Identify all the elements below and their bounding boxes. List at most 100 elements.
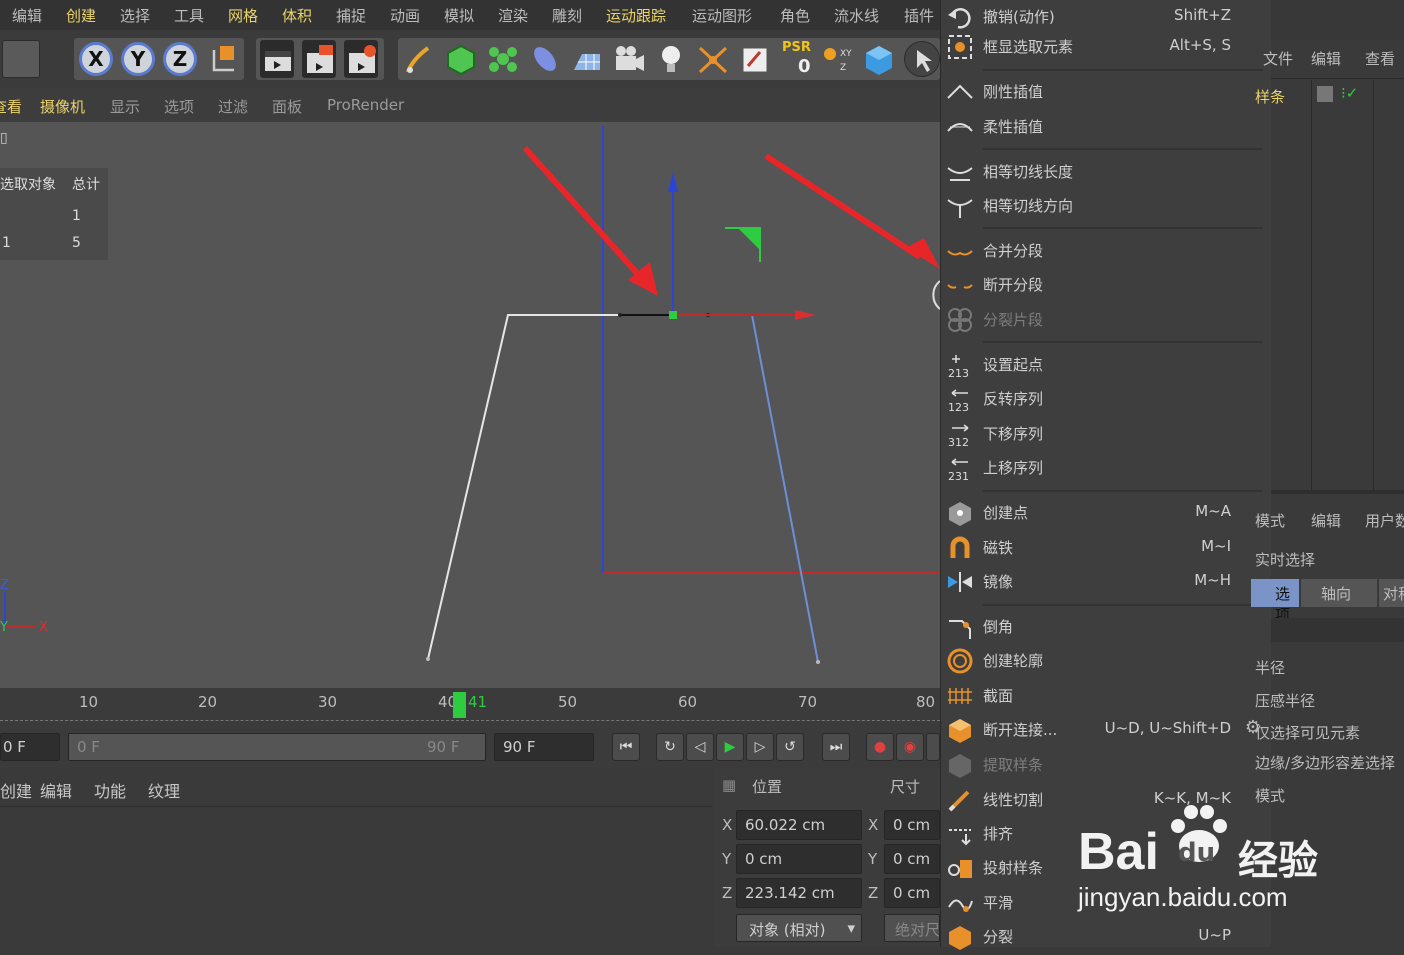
menu-create[interactable]: 创建 xyxy=(66,5,96,26)
python-icon[interactable] xyxy=(738,40,772,78)
frame-range-slider[interactable]: 0 F 90 F xyxy=(68,733,486,761)
vp-menu-filter[interactable]: 过滤 xyxy=(218,96,248,117)
ctx-move-up-sequence[interactable]: 231 上移序列 xyxy=(941,451,1271,485)
menu-animate[interactable]: 动画 xyxy=(390,5,420,26)
menu-pipeline[interactable]: 流水线 xyxy=(834,5,879,26)
z-axis-lock-button[interactable]: Z xyxy=(163,42,197,76)
floor-icon[interactable] xyxy=(570,40,604,78)
menu-select[interactable]: 选择 xyxy=(120,5,150,26)
undo-icon[interactable] xyxy=(2,40,40,78)
tab-axis[interactable]: 轴向 xyxy=(1301,579,1377,607)
symmetry-icon[interactable] xyxy=(696,40,730,78)
vp-menu-camera[interactable]: 摄像机 xyxy=(40,96,85,117)
selected-point[interactable] xyxy=(669,311,677,319)
3d-viewport[interactable]: Z Y X xyxy=(0,122,940,688)
menu-motion-tracking[interactable]: 运动跟踪 xyxy=(606,5,666,26)
keyframe-icon[interactable] xyxy=(926,733,940,761)
spline-white-segment[interactable] xyxy=(427,314,620,660)
tab-symmetry[interactable]: 对称 xyxy=(1379,579,1404,607)
vp-menu-prorender[interactable]: ProRender xyxy=(327,96,404,114)
playhead-marker[interactable] xyxy=(453,692,466,718)
next-frame-icon[interactable]: ▷ xyxy=(746,733,774,761)
psr-button[interactable]: PSR 0 xyxy=(780,38,816,80)
render-view-icon[interactable] xyxy=(260,40,294,78)
attr-tab-userdata[interactable]: 用户数据 xyxy=(1365,510,1404,531)
size-mode-dropdown[interactable]: 绝对尺寸 xyxy=(884,914,940,942)
ctx-create-point[interactable]: 创建点 M~A xyxy=(941,496,1271,530)
ctx-create-outline[interactable]: 创建轮廓 xyxy=(941,644,1271,678)
ctx-undo[interactable]: 撤销(动作) Shift+Z xyxy=(941,0,1271,34)
vp-menu-display[interactable]: 显示 xyxy=(110,96,140,117)
menu-snap[interactable]: 捕捉 xyxy=(336,5,366,26)
light-icon[interactable] xyxy=(654,40,688,78)
previous-key-icon[interactable]: ↻ xyxy=(656,733,684,761)
record-icon[interactable]: ● xyxy=(866,733,894,761)
size-x-field[interactable]: 0 cm xyxy=(884,810,940,840)
spline-blue-segment[interactable] xyxy=(751,314,819,663)
mat-menu-create[interactable]: 创建 xyxy=(0,778,32,802)
menu-mesh[interactable]: 网格 xyxy=(228,5,258,26)
check-icon[interactable]: ⁝✓ xyxy=(1341,84,1358,102)
y-axis-lock-button[interactable]: Y xyxy=(121,42,155,76)
ctx-mirror[interactable]: 镜像 M~H xyxy=(941,565,1271,599)
size-y-field[interactable]: 0 cm xyxy=(884,844,940,874)
ctx-disconnect[interactable]: 断开连接... U~D, U~Shift+D ⚙ xyxy=(941,713,1271,747)
mat-menu-edit[interactable]: 编辑 xyxy=(40,778,72,802)
next-key-icon[interactable]: ↺ xyxy=(776,733,804,761)
position-x-field[interactable]: 60.022 cm xyxy=(736,810,862,840)
menu-character[interactable]: 角色 xyxy=(780,5,810,26)
x-axis-lock-button[interactable]: X xyxy=(79,42,113,76)
spline-point[interactable] xyxy=(426,657,430,661)
position-z-field[interactable]: 223.142 cm xyxy=(736,878,862,908)
menu-sculpt[interactable]: 雕刻 xyxy=(552,5,582,26)
camera-icon[interactable] xyxy=(612,40,646,78)
menu-simulate[interactable]: 模拟 xyxy=(444,5,474,26)
rp-tab-edit[interactable]: 编辑 xyxy=(1311,48,1341,69)
menu-volume[interactable]: 体积 xyxy=(282,5,312,26)
object-name-label[interactable]: 样条 xyxy=(1255,86,1285,107)
play-icon[interactable]: ▶ xyxy=(716,733,744,761)
menu-render[interactable]: 渲染 xyxy=(498,5,528,26)
ctx-join-segment[interactable]: 合并分段 xyxy=(941,234,1271,268)
generator-cube-icon[interactable] xyxy=(444,40,478,78)
menu-plugins[interactable]: 插件 xyxy=(904,5,934,26)
cursor-icon[interactable] xyxy=(904,41,940,77)
mat-menu-function[interactable]: 功能 xyxy=(94,778,126,802)
mograph-cloner-icon[interactable] xyxy=(486,40,520,78)
ctx-frame-selected[interactable]: 框显选取元素 Alt+S, S xyxy=(941,30,1271,64)
workplane-icon[interactable]: XY Z xyxy=(820,40,854,78)
ctx-equal-tangent-length[interactable]: 相等切线长度 xyxy=(941,155,1271,189)
timeline-ruler[interactable]: 10 20 30 40 50 60 70 80 41 xyxy=(0,688,940,728)
vp-menu-panel[interactable]: 面板 xyxy=(272,96,302,117)
ctx-extract-spline[interactable]: 提取样条 xyxy=(941,748,1271,782)
ctx-set-first-point[interactable]: 213 设置起点 xyxy=(941,348,1271,382)
gizmo-x-arrow[interactable] xyxy=(795,310,816,320)
mat-menu-texture[interactable]: 纹理 xyxy=(148,778,180,802)
ctx-move-down-sequence[interactable]: 312 下移序列 xyxy=(941,417,1271,451)
go-to-start-icon[interactable]: ⏮ xyxy=(612,733,640,761)
rp-tab-view[interactable]: 查看 xyxy=(1365,48,1395,69)
vp-menu-view[interactable]: 查看 xyxy=(0,96,22,117)
coordinate-system-icon[interactable] xyxy=(206,40,240,78)
ctx-hard-interpolation[interactable]: 刚性插值 xyxy=(941,75,1271,109)
panel-splitter[interactable] xyxy=(1271,490,1404,494)
ctx-explode-segments[interactable]: 分裂片段 xyxy=(941,303,1271,337)
ctx-split[interactable]: 分裂 U~P xyxy=(941,920,1271,954)
auto-key-icon[interactable]: ◉ xyxy=(896,733,924,761)
rp-tab-file[interactable]: 文件 xyxy=(1263,48,1293,69)
position-y-field[interactable]: 0 cm xyxy=(736,844,862,874)
render-picture-viewer-icon[interactable] xyxy=(302,40,336,78)
deformer-icon[interactable] xyxy=(528,40,562,78)
ctx-chamfer[interactable]: 倒角 xyxy=(941,610,1271,644)
tangent-handle[interactable] xyxy=(618,313,622,317)
previous-frame-icon[interactable]: ◁ xyxy=(686,733,714,761)
ctx-break-segment[interactable]: 断开分段 xyxy=(941,268,1271,302)
menu-edit[interactable]: 编辑 xyxy=(12,5,42,26)
pen-spline-icon[interactable] xyxy=(402,40,436,78)
menu-tools[interactable]: 工具 xyxy=(174,5,204,26)
tab-options[interactable]: 选项 xyxy=(1251,579,1299,624)
coord-mode-dropdown[interactable]: 对象 (相对) ▾ xyxy=(736,914,862,942)
vp-menu-options[interactable]: 选项 xyxy=(164,96,194,117)
end-frame-field[interactable]: 90 F xyxy=(494,733,594,761)
attr-tab-edit[interactable]: 编辑 xyxy=(1311,510,1341,531)
